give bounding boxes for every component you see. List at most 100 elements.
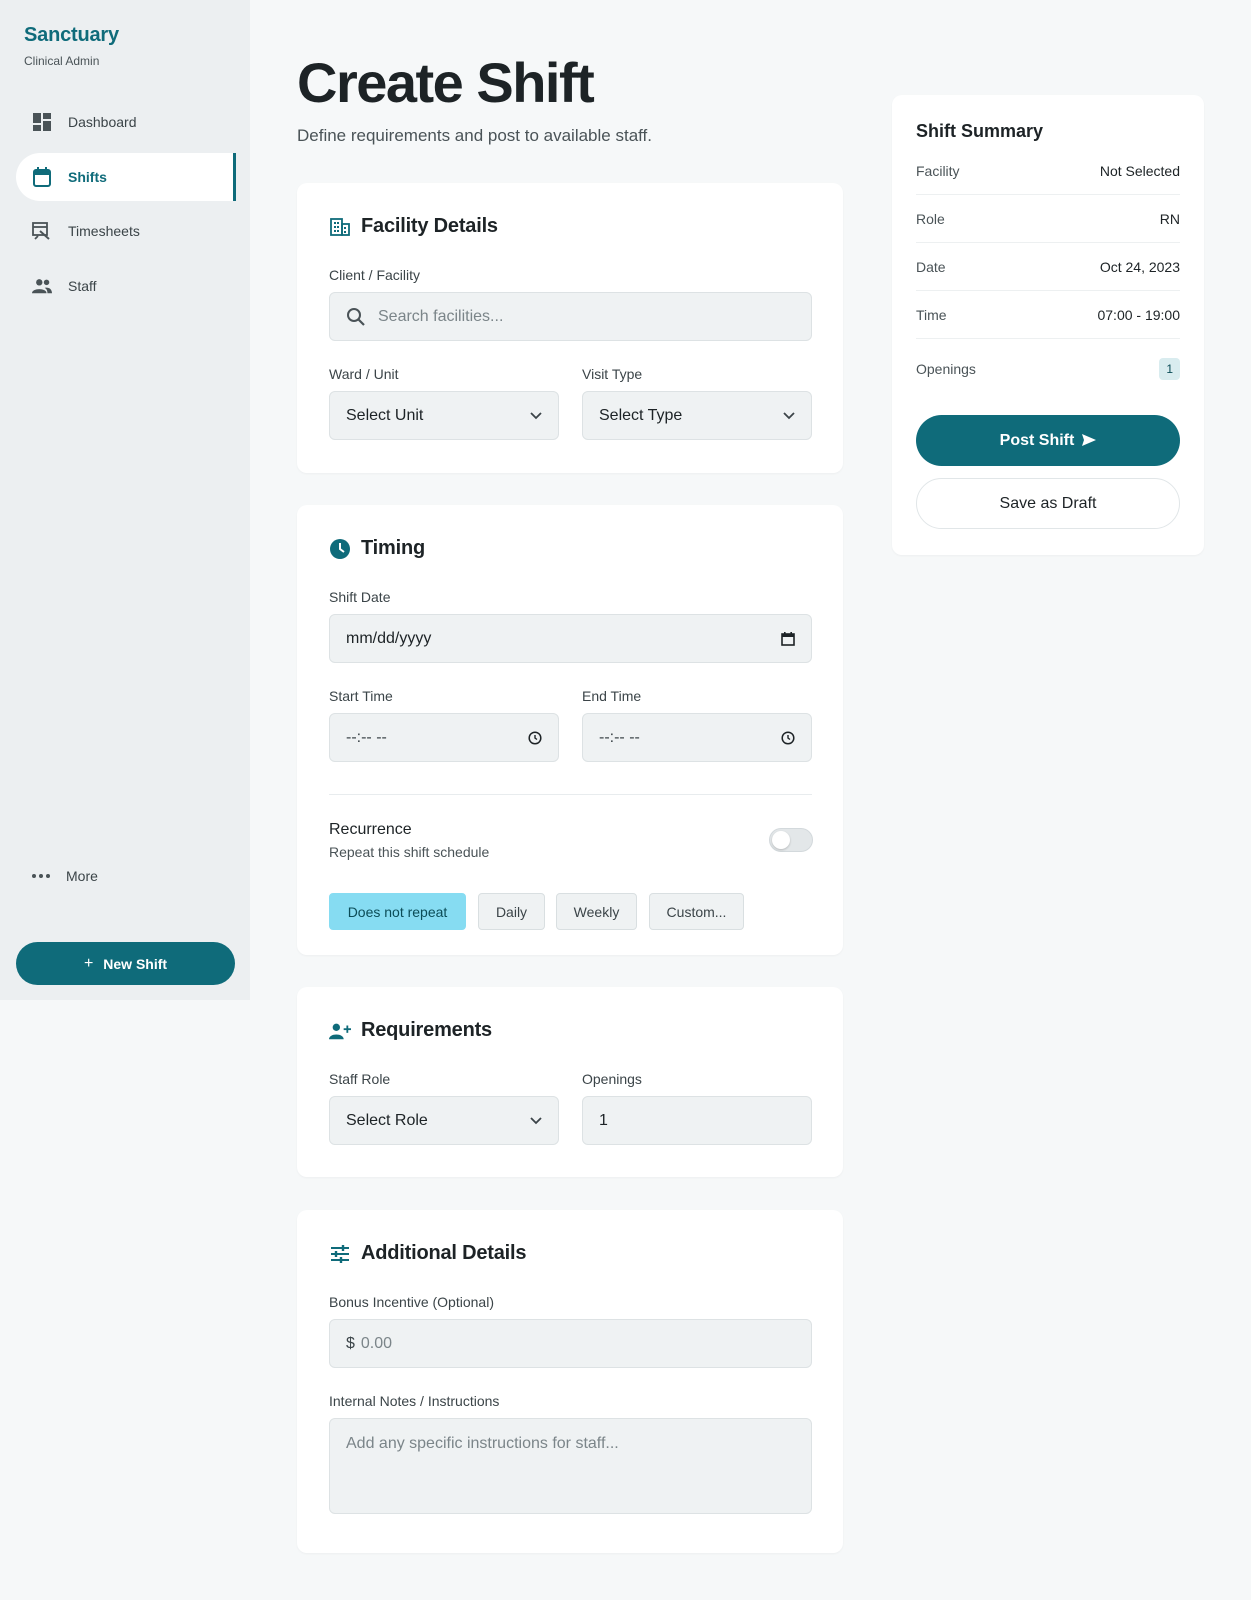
card-title: Requirements bbox=[361, 1019, 492, 1041]
recurrence-toggle[interactable] bbox=[769, 828, 813, 852]
sidebar-item-label: Staff bbox=[68, 277, 97, 294]
search-icon bbox=[346, 307, 366, 327]
sidebar-item-shifts[interactable]: Shifts bbox=[16, 152, 236, 201]
brand-name: Sanctuary bbox=[24, 24, 119, 46]
card-header: Additional Details bbox=[329, 1242, 527, 1265]
currency-prefix: $ bbox=[346, 1334, 355, 1352]
toggle-knob bbox=[772, 831, 790, 849]
sidebar-nav: Dashboard Shifts Timesheets Staff bbox=[16, 98, 236, 316]
plus-icon: + bbox=[83, 954, 94, 972]
clock-outline-icon[interactable] bbox=[781, 730, 795, 745]
card-header: Facility Details bbox=[329, 215, 498, 238]
summary-value: Oct 24, 2023 bbox=[1099, 258, 1180, 275]
post-shift-label: Post Shift bbox=[999, 431, 1075, 449]
building-icon bbox=[329, 216, 351, 238]
chevron-down-icon bbox=[530, 1116, 542, 1125]
people-icon bbox=[32, 276, 52, 296]
start-time-value: --:-- -- bbox=[346, 728, 387, 746]
summary-value: 07:00 - 19:00 bbox=[1097, 306, 1180, 323]
summary-row-date: Date Oct 24, 2023 bbox=[916, 243, 1180, 291]
staff-role-label: Staff Role bbox=[329, 1071, 391, 1087]
recurrence-option-does-not-repeat[interactable]: Does not repeat bbox=[329, 893, 466, 930]
start-time-label: Start Time bbox=[329, 688, 393, 704]
openings-label: Openings bbox=[582, 1071, 642, 1087]
card-title: Facility Details bbox=[361, 215, 498, 237]
more-dots-icon bbox=[32, 874, 52, 878]
end-time-label: End Time bbox=[582, 688, 642, 704]
new-shift-label: New Shift bbox=[103, 955, 168, 972]
additional-details-card: Additional Details Bonus Incentive (Opti… bbox=[297, 1210, 843, 1553]
bonus-incentive-label: Bonus Incentive (Optional) bbox=[329, 1294, 494, 1310]
page-subtitle: Define requirements and post to availabl… bbox=[297, 126, 653, 145]
visit-type-value: Select Type bbox=[599, 406, 683, 424]
summary-row-role: Role RN bbox=[916, 195, 1180, 243]
sidebar-item-dashboard[interactable]: Dashboard bbox=[16, 98, 236, 146]
sidebar-item-label: Dashboard bbox=[68, 114, 137, 130]
bonus-placeholder: 0.00 bbox=[360, 1334, 393, 1352]
end-time-value: --:-- -- bbox=[599, 728, 640, 746]
save-draft-button[interactable]: Save as Draft bbox=[916, 478, 1180, 529]
summary-key: Openings bbox=[916, 361, 976, 377]
recurrence-option-custom[interactable]: Custom... bbox=[649, 893, 744, 930]
end-time-input[interactable]: --:-- -- bbox=[582, 713, 812, 762]
client-facility-label: Client / Facility bbox=[329, 267, 421, 283]
visit-type-label: Visit Type bbox=[582, 366, 643, 382]
sidebar-item-label: Shifts bbox=[68, 168, 107, 185]
openings-input[interactable]: 1 bbox=[582, 1096, 812, 1145]
ward-unit-label: Ward / Unit bbox=[329, 366, 399, 382]
send-icon bbox=[1082, 433, 1097, 449]
recurrence-option-weekly[interactable]: Weekly bbox=[556, 893, 637, 930]
summary-row-facility: Facility Not Selected bbox=[916, 147, 1180, 195]
chevron-down-icon bbox=[783, 411, 795, 420]
facility-details-card: Facility Details Client / Facility Searc… bbox=[297, 183, 843, 473]
tune-icon bbox=[329, 1243, 351, 1265]
recurrence-title: Recurrence bbox=[329, 821, 412, 838]
brand-subtitle: Clinical Admin bbox=[24, 54, 100, 68]
recurrence-subtitle: Repeat this shift schedule bbox=[329, 844, 490, 860]
card-title: Timing bbox=[361, 537, 425, 559]
visit-type-select[interactable]: Select Type bbox=[582, 391, 812, 440]
summary-value: RN bbox=[1159, 210, 1180, 227]
staff-role-select[interactable]: Select Role bbox=[329, 1096, 559, 1145]
sidebar: Sanctuary Clinical Admin Dashboard Shift… bbox=[0, 0, 250, 1000]
bonus-incentive-input[interactable]: $ 0.00 bbox=[329, 1319, 812, 1368]
ward-unit-select[interactable]: Select Unit bbox=[329, 391, 559, 440]
section-divider bbox=[329, 794, 812, 795]
search-placeholder: Search facilities... bbox=[378, 307, 504, 325]
shift-date-value: mm/dd/yyyy bbox=[346, 629, 432, 647]
summary-row-openings: Openings 1 bbox=[916, 345, 1180, 393]
card-header: Timing bbox=[329, 537, 425, 560]
card-title: Additional Details bbox=[361, 1242, 527, 1264]
shift-date-input[interactable]: mm/dd/yyyy bbox=[329, 614, 812, 663]
start-time-input[interactable]: --:-- -- bbox=[329, 713, 559, 762]
sidebar-item-label: Timesheets bbox=[68, 223, 140, 239]
clock-outline-icon[interactable] bbox=[528, 730, 542, 745]
summary-key: Role bbox=[916, 210, 945, 227]
ward-unit-value: Select Unit bbox=[346, 406, 424, 424]
chevron-down-icon bbox=[530, 411, 542, 420]
sidebar-item-more[interactable]: More bbox=[32, 868, 98, 884]
shift-date-label: Shift Date bbox=[329, 589, 391, 605]
notes-placeholder: Add any specific instructions for staff.… bbox=[346, 1435, 619, 1452]
card-header: Requirements bbox=[329, 1019, 492, 1042]
openings-badge: 1 bbox=[1159, 358, 1180, 380]
dashboard-icon bbox=[32, 112, 52, 132]
calendar-icon[interactable] bbox=[781, 631, 795, 646]
timing-card: Timing Shift Date mm/dd/yyyy Start Time … bbox=[297, 505, 843, 955]
sidebar-item-timesheets[interactable]: Timesheets bbox=[16, 207, 236, 255]
requirements-card: Requirements Staff Role Select Role Open… bbox=[297, 987, 843, 1177]
summary-key: Facility bbox=[916, 162, 960, 179]
facility-search-input[interactable]: Search facilities... bbox=[329, 292, 812, 341]
recurrence-option-daily[interactable]: Daily bbox=[478, 893, 545, 930]
new-shift-button[interactable]: + New Shift bbox=[16, 942, 235, 985]
brand: Sanctuary Clinical Admin bbox=[24, 24, 119, 68]
internal-notes-label: Internal Notes / Instructions bbox=[329, 1393, 500, 1409]
summary-key: Date bbox=[916, 258, 946, 275]
openings-value: 1 bbox=[599, 1111, 608, 1129]
post-shift-button[interactable]: Post Shift bbox=[916, 415, 1180, 466]
add-person-icon bbox=[329, 1020, 351, 1042]
summary-key: Time bbox=[916, 306, 947, 323]
internal-notes-textarea[interactable]: Add any specific instructions for staff.… bbox=[329, 1418, 812, 1514]
page-title: Create Shift bbox=[297, 51, 595, 114]
sidebar-item-staff[interactable]: Staff bbox=[16, 262, 236, 310]
